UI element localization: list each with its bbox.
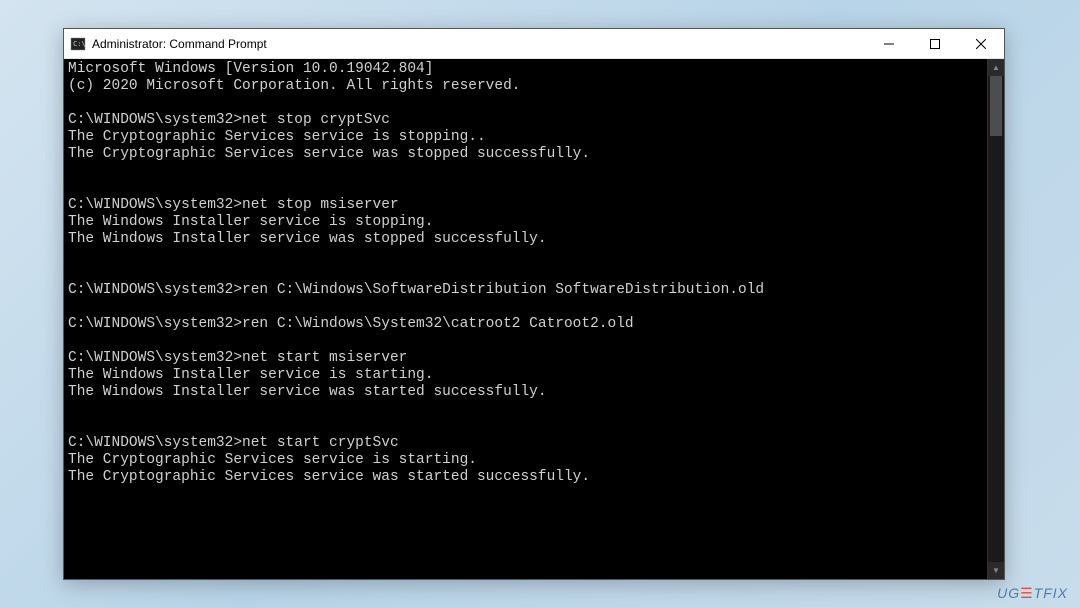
close-button[interactable] xyxy=(958,29,1004,58)
watermark-after: TFIX xyxy=(1034,585,1068,601)
console-area[interactable]: Microsoft Windows [Version 10.0.19042.80… xyxy=(64,59,1004,579)
watermark: UG☰TFIX xyxy=(997,585,1068,602)
titlebar[interactable]: C:\ Administrator: Command Prompt xyxy=(64,29,1004,59)
watermark-arrow-icon: ☰ xyxy=(1020,585,1034,601)
window-controls xyxy=(866,29,1004,58)
window-title: Administrator: Command Prompt xyxy=(92,37,866,51)
maximize-button[interactable] xyxy=(912,29,958,58)
svg-text:C:\: C:\ xyxy=(73,40,86,48)
cmd-icon: C:\ xyxy=(70,36,86,52)
scrollbar[interactable]: ▲ ▼ xyxy=(987,59,1004,579)
command-prompt-window: C:\ Administrator: Command Prompt Micros… xyxy=(63,28,1005,580)
watermark-before: UG xyxy=(997,585,1020,601)
console-output: Microsoft Windows [Version 10.0.19042.80… xyxy=(64,59,987,579)
scroll-down-button[interactable]: ▼ xyxy=(988,562,1004,579)
scroll-up-button[interactable]: ▲ xyxy=(988,59,1004,76)
scroll-thumb[interactable] xyxy=(990,76,1002,136)
minimize-button[interactable] xyxy=(866,29,912,58)
